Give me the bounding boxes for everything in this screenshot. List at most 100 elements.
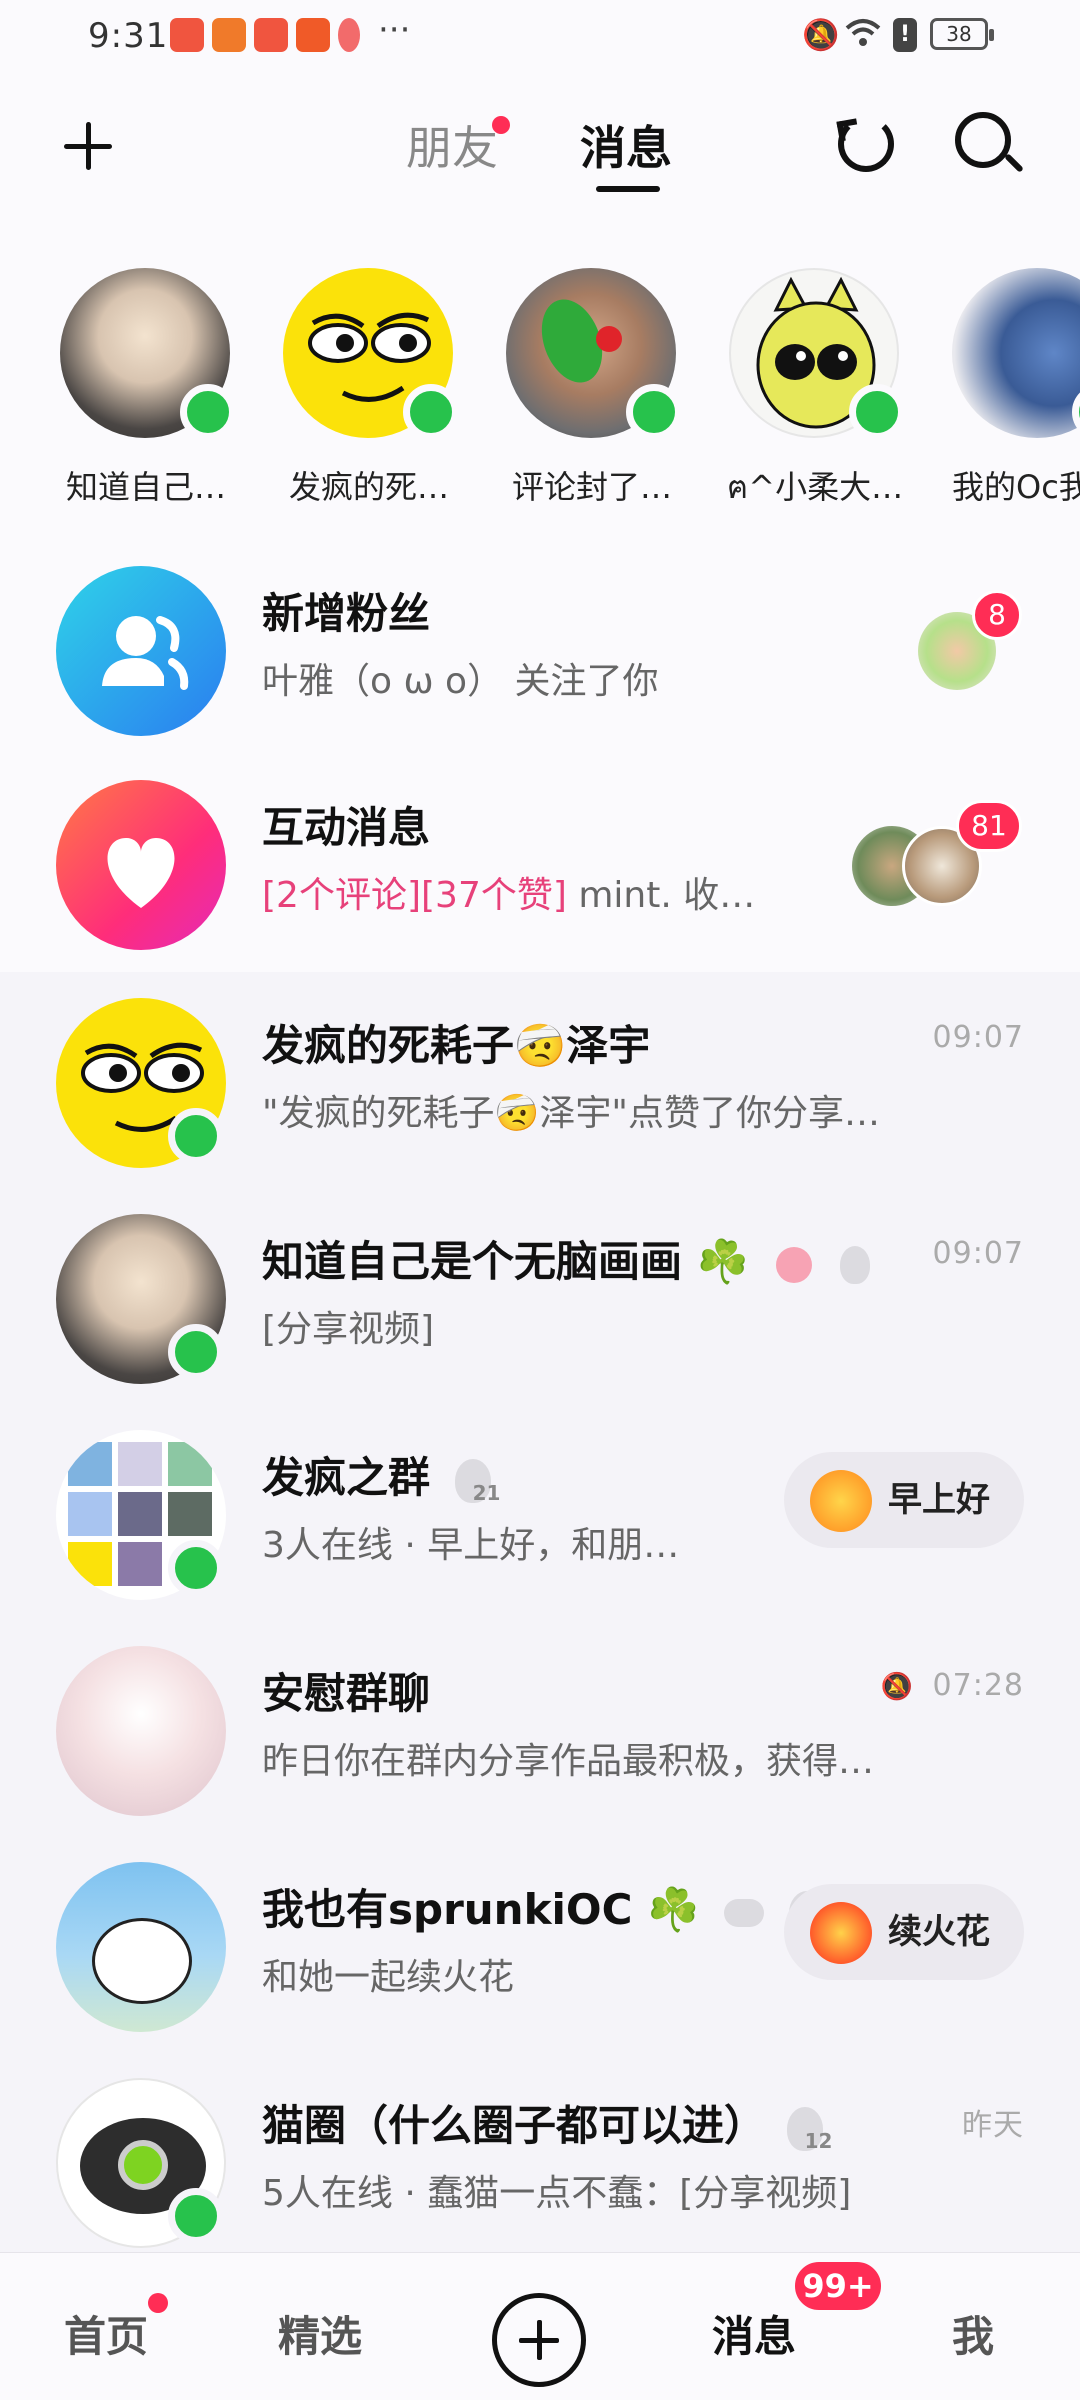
fans-icon (102, 616, 189, 690)
chat-time: 09:07 (932, 1020, 1024, 1055)
chat-time: 🔕 07:28 (881, 1668, 1024, 1703)
home-unread-dot (148, 2293, 168, 2313)
interaction-detail: mint. 收… (578, 875, 756, 916)
bottom-nav: 首页 精选 消息 99+ 我 (0, 2252, 1080, 2400)
app-notification-icon (212, 18, 246, 52)
row-title: 新增粉丝 (262, 589, 431, 638)
chat-title: 猫圈（什么圈子都可以进） 12 (262, 2092, 832, 2153)
story-name: 发疯的死… (288, 468, 449, 506)
greeting-label: 早上好 (888, 1480, 990, 1520)
more-notifications-icon: ··· (378, 10, 411, 50)
story-name: 知道自己… (65, 468, 226, 506)
battery-icon: 38 (930, 18, 994, 50)
wifi-icon (845, 19, 881, 46)
avatar (56, 1862, 226, 2032)
streak-flame-icon: 12 (786, 2106, 832, 2153)
story-name: ฅ^小柔大… (726, 468, 904, 506)
streak-label: 续火花 (888, 1912, 990, 1952)
chat-title: 发疯的死耗子🤕泽宇 (262, 1021, 651, 1070)
friends-unread-dot (492, 116, 510, 134)
online-status-dot (168, 2188, 224, 2244)
chat-preview: "发疯的死耗子🤕泽宇"点赞了你分享… (262, 1093, 880, 1134)
muted-bell-icon: 🔕 (880, 1672, 914, 1702)
group-chat-row[interactable]: 安慰群聊 昨日你在群内分享作品最积极，获得… 🔕 07:28 (0, 1626, 1080, 1826)
nav-home[interactable]: 首页 (64, 2303, 148, 2364)
row-subtitle: [2个评论][37个赞] mint. 收… (262, 866, 755, 918)
row-title: 互动消息 (262, 803, 431, 852)
online-status-dot (626, 384, 682, 440)
fans-avatar (56, 566, 226, 736)
chat-time: 昨天 (962, 2108, 1024, 2143)
chat-title-text: 发疯之群 (262, 1453, 431, 1502)
interactions-count-badge: 81 (956, 800, 1022, 852)
chat-title: 安慰群聊 (262, 1669, 431, 1718)
story-item[interactable]: 发疯的死… (283, 268, 459, 506)
chat-preview: 3人在线 · 早上好，和朋… (262, 1525, 680, 1566)
row-subtitle: 叶雅（o ω o） 关注了你 (262, 661, 659, 702)
story-name: 我的Oc我要 (952, 468, 1080, 506)
online-status-dot (403, 384, 459, 440)
chat-time-text: 07:28 (932, 1668, 1024, 1703)
chat-title-text: 知道自己是个无脑画画 ☘️ (262, 1237, 749, 1286)
app-notification-icon (338, 18, 360, 52)
group-chat-row[interactable]: 猫圈（什么圈子都可以进） 12 5人在线 · 蠢猫一点不蠢：[分享视频] 昨天 (0, 2058, 1080, 2258)
refresh-icon[interactable] (838, 116, 894, 172)
search-icon[interactable] (955, 112, 1011, 168)
active-tab-indicator (596, 186, 660, 192)
story-item[interactable]: 知道自己… (60, 268, 236, 506)
story-item[interactable]: 评论封了… (506, 268, 682, 506)
app-notification-icon (296, 18, 330, 52)
chat-row[interactable]: 知道自己是个无脑画画 ☘️ [分享视频] 09:07 (0, 1194, 1080, 1394)
story-name: 评论封了… (511, 468, 672, 506)
online-status-dot (168, 1324, 224, 1380)
chat-title: 我也有sprunkiOC ☘️ 10 (262, 1876, 834, 1937)
cloud-icon (723, 1898, 764, 1927)
greeting-button[interactable]: 早上好 (784, 1452, 1024, 1548)
streak-button[interactable]: 续火花 (784, 1884, 1024, 1980)
chat-preview: 和她一起续火花 (262, 1957, 515, 1998)
avatar (56, 1646, 226, 1816)
tab-messages[interactable]: 消息 (580, 112, 672, 178)
streak-count: 21 (472, 1480, 501, 1505)
nav-me[interactable]: 我 (952, 2303, 994, 2364)
online-status-dot (849, 384, 905, 440)
chat-preview: [分享视频] (262, 1309, 435, 1350)
chat-title: 知道自己是个无脑画画 ☘️ (262, 1228, 871, 1289)
chat-title-text: 猫圈（什么圈子都可以进） (262, 2101, 767, 2150)
story-item[interactable]: 我的Oc我要 (952, 268, 1080, 506)
avatar (952, 268, 1080, 438)
create-button[interactable] (492, 2293, 586, 2387)
sun-emoji-icon (810, 1470, 872, 1532)
online-status-dot (168, 1108, 224, 1164)
story-item[interactable]: ฅ^小柔大… (727, 268, 905, 506)
bell-muted-icon: 🔕 (802, 18, 840, 53)
nav-messages[interactable]: 消息 (712, 2303, 796, 2364)
app-notification-icon (170, 18, 204, 52)
add-icon[interactable] (60, 118, 116, 174)
chat-preview: 5人在线 · 蠢猫一点不蠢：[分享视频] (262, 2173, 852, 2214)
chat-time: 09:07 (932, 1236, 1024, 1271)
interactions-avatar (56, 780, 226, 950)
chat-row[interactable]: 我也有sprunkiOC ☘️ 10 和她一起续火花 续火花 (0, 1842, 1080, 2042)
status-time: 9:31 (88, 16, 169, 56)
nav-featured[interactable]: 精选 (278, 2303, 362, 2364)
app-notification-icon (254, 18, 288, 52)
chat-title: 发疯之群 21 (262, 1444, 500, 1505)
chat-title-text: 我也有sprunkiOC ☘️ (262, 1885, 700, 1934)
new-fans-row[interactable]: 新增粉丝 叶雅（o ω o） 关注了你 8 (0, 546, 1080, 746)
interactions-row[interactable]: 互动消息 [2个评论][37个赞] mint. 收… 81 (0, 760, 1080, 960)
peach-icon (775, 1246, 812, 1283)
interaction-counts: [2个评论][37个赞] (262, 875, 567, 916)
status-bar: 9:31 ··· 🔕 ! 38 (0, 0, 1080, 78)
flame-icon (840, 1245, 871, 1284)
streak-count: 12 (804, 2128, 833, 2153)
fire-emoji-icon (810, 1902, 872, 1964)
online-status-dot (168, 1540, 224, 1596)
streak-flame-icon: 21 (454, 1458, 500, 1505)
tab-friends[interactable]: 朋友 (406, 112, 498, 178)
chat-preview: 昨日你在群内分享作品最积极，获得… (262, 1741, 875, 1782)
messages-badge: 99+ (792, 2259, 884, 2313)
alert-icon: ! (893, 18, 917, 52)
chat-row[interactable]: 发疯的死耗子🤕泽宇 "发疯的死耗子🤕泽宇"点赞了你分享… 09:07 (0, 978, 1080, 1178)
group-chat-row[interactable]: 发疯之群 21 3人在线 · 早上好，和朋… 早上好 (0, 1410, 1080, 1610)
